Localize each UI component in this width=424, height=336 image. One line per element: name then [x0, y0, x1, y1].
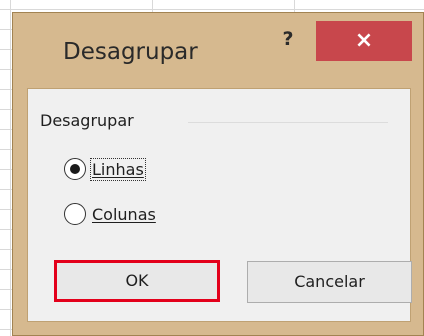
ungroup-dialog: Desagrupar ? × Desagrupar Linhas Colunas… [12, 12, 424, 336]
radio-option-columns[interactable]: Colunas [64, 201, 156, 227]
dialog-title: Desagrupar [63, 39, 198, 65]
group-divider [188, 122, 388, 123]
rows-radio-label[interactable]: Linhas [90, 157, 146, 181]
group-label: Desagrupar [40, 111, 142, 130]
help-button[interactable]: ? [276, 27, 300, 51]
radio-option-rows[interactable]: Linhas [64, 156, 146, 182]
ungroup-options-group: Desagrupar Linhas Colunas [40, 111, 396, 243]
columns-radio-label[interactable]: Colunas [92, 205, 156, 224]
title-bar: Desagrupar ? × [13, 13, 423, 87]
cancel-button[interactable]: Cancelar [247, 261, 412, 303]
close-icon: × [354, 28, 374, 53]
close-button[interactable]: × [316, 21, 412, 61]
ok-button[interactable]: OK [54, 260, 220, 302]
rows-radio-button[interactable] [64, 158, 86, 180]
columns-radio-button[interactable] [64, 203, 86, 225]
dialog-body: Desagrupar Linhas Colunas OK Cancelar [27, 88, 412, 322]
